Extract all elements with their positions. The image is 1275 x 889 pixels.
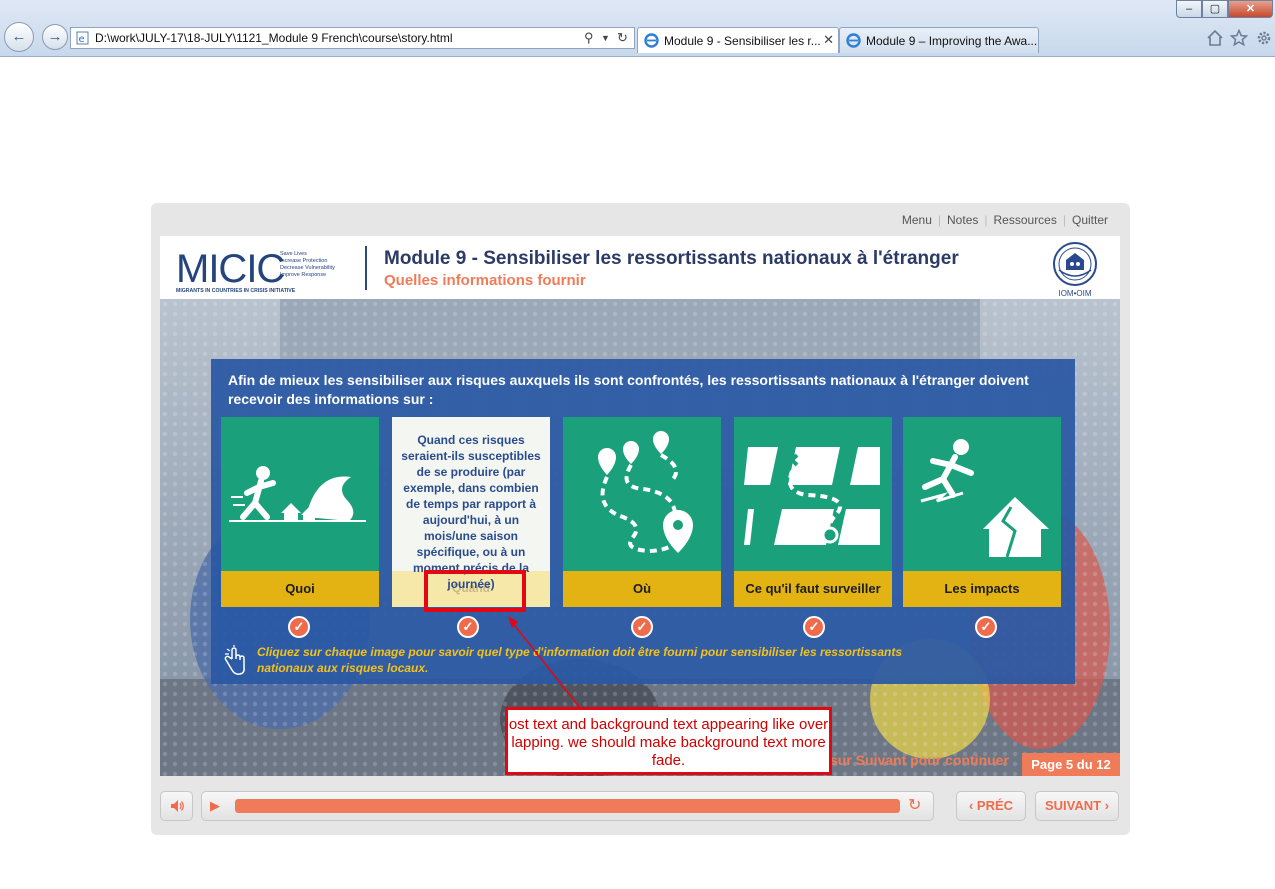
seekbar-container: ▶ ↻ — [201, 791, 934, 821]
volume-button[interactable] — [160, 791, 193, 821]
card-what[interactable]: Quoi — [221, 417, 379, 607]
address-bar[interactable]: e D:\work\JULY-17\18-JULY\1121_Module 9 … — [70, 27, 635, 49]
gear-icon[interactable] — [1255, 29, 1273, 47]
pointer-hand-icon — [224, 645, 245, 675]
svg-text:Save Lives: Save Lives — [280, 251, 307, 257]
check-icon: ✓ — [631, 616, 653, 638]
refresh-icon[interactable]: ↻ — [617, 30, 628, 46]
speaker-icon — [170, 800, 184, 812]
map-route-pins-icon — [598, 431, 693, 554]
tab-label: Module 9 – Improving the Awa... — [866, 34, 1038, 48]
logo-divider — [365, 246, 367, 290]
dropdown-icon[interactable]: ▼ — [601, 33, 610, 43]
card-label: Ce qu'il faut surveiller — [734, 571, 892, 607]
tab-inactive[interactable]: Module 9 – Improving the Awa... — [839, 27, 1039, 53]
intro-text: Afin de mieux les sensibiliser aux risqu… — [228, 372, 1029, 407]
check-icon: ✓ — [457, 616, 479, 638]
top-links: Menu | Notes | Ressources | Quitter — [896, 213, 1114, 227]
micic-logo: MICIC Save Lives Increase Protection Dec… — [176, 247, 335, 294]
card-label: Où — [563, 571, 721, 607]
home-icon[interactable] — [1206, 29, 1224, 47]
slide: MICIC Save Lives Increase Protection Dec… — [160, 236, 1120, 776]
svg-text:MICIC: MICIC — [176, 247, 284, 291]
svg-text:MIGRANTS IN COUNTRIES IN CRISI: MIGRANTS IN COUNTRIES IN CRISIS INITIATI… — [176, 288, 296, 294]
annotation-arrow — [508, 616, 581, 709]
search-icon[interactable]: ⚲ — [584, 30, 594, 46]
content-panel: Afin de mieux les sensibiliser aux risqu… — [211, 359, 1075, 684]
progress-bar[interactable] — [235, 799, 900, 813]
resources-link[interactable]: Ressources — [988, 213, 1063, 227]
maximize-button[interactable]: ▢ — [1202, 0, 1228, 18]
annotation-highlight-box — [424, 570, 526, 612]
tab-active[interactable]: Module 9 - Sensibiliser les r... ✕ — [637, 27, 839, 53]
minimize-button[interactable]: – — [1176, 0, 1202, 18]
svg-text:IOM•OIM: IOM•OIM — [1058, 289, 1091, 298]
close-window-button[interactable]: ✕ — [1228, 0, 1273, 18]
page-counter: Page 5 du 12 — [1022, 753, 1120, 776]
slide-header: MICIC Save Lives Increase Protection Dec… — [160, 236, 1120, 299]
running-from-wave-icon — [229, 466, 366, 522]
ie-icon — [644, 33, 659, 48]
favorites-star-icon[interactable] — [1230, 29, 1248, 47]
module-subtitle: Quelles informations fournir — [384, 272, 586, 289]
card-where[interactable]: Où — [563, 417, 721, 607]
close-tab-icon[interactable]: ✕ — [823, 32, 834, 48]
tab-label: Module 9 - Sensibiliser les r... — [664, 34, 821, 48]
forward-button[interactable]: → — [42, 24, 68, 50]
menu-link[interactable]: Menu — [896, 213, 938, 227]
svg-text:e: e — [79, 34, 85, 45]
browser-chrome: ← → e D:\work\JULY-17\18-JULY\1121_Modul… — [0, 0, 1275, 57]
continue-text: sur Suivant pour continuer — [830, 752, 1009, 768]
hint-text: Cliquez sur chaque image pour savoir que… — [257, 645, 902, 675]
check-icon: ✓ — [803, 616, 825, 638]
quit-link[interactable]: Quitter — [1066, 213, 1114, 227]
page-icon: e — [76, 31, 89, 45]
check-icon: ✓ — [975, 616, 997, 638]
ie-icon — [846, 33, 861, 48]
svg-text:Decrease Vulnerability: Decrease Vulnerability — [280, 265, 335, 271]
earthquake-house-icon — [920, 439, 1049, 558]
next-button[interactable]: SUIVANT › — [1035, 791, 1119, 821]
notes-link[interactable]: Notes — [941, 213, 984, 227]
svg-text:Increase Protection: Increase Protection — [280, 258, 327, 264]
module-title: Module 9 - Sensibiliser les ressortissan… — [384, 248, 959, 269]
check-icon: ✓ — [288, 616, 310, 638]
replay-icon[interactable]: ↻ — [908, 797, 921, 815]
card-impacts[interactable]: Les impacts — [903, 417, 1061, 607]
annotation-comment: ost text and background text appearing l… — [505, 707, 832, 775]
progress-fill — [235, 799, 900, 813]
previous-button[interactable]: ‹ PRÉC — [956, 791, 1026, 821]
card-overlay-text: Quand ces risques seraient-ils susceptib… — [401, 433, 541, 591]
iom-logo: IOM•OIM — [1053, 242, 1097, 298]
card-label: Quoi — [221, 571, 379, 607]
play-icon[interactable]: ▶ — [210, 798, 226, 814]
back-button[interactable]: ← — [4, 22, 34, 52]
map-path-x-icon — [744, 447, 880, 545]
card-what-to-watch[interactable]: Ce qu'il faut surveiller — [734, 417, 892, 607]
card-label: Les impacts — [903, 571, 1061, 607]
svg-text:Improve Response: Improve Response — [280, 272, 326, 278]
address-text: D:\work\JULY-17\18-JULY\1121_Module 9 Fr… — [95, 31, 453, 45]
